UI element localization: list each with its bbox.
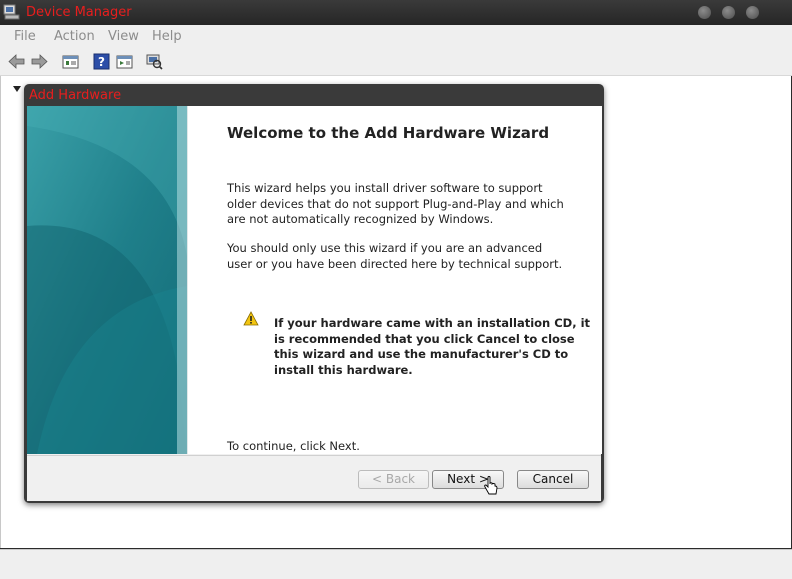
warning-text: If your hardware came with an installati… bbox=[274, 316, 591, 377]
show-hide-pane-icon[interactable] bbox=[116, 53, 133, 70]
expand-arrow-icon[interactable] bbox=[13, 86, 21, 92]
help-icon[interactable]: ? bbox=[93, 53, 110, 70]
maximize-button[interactable] bbox=[722, 6, 735, 19]
scan-hardware-icon[interactable] bbox=[146, 53, 163, 70]
add-hardware-dialog: Add Hardware Welcome to the Add Hardware… bbox=[24, 84, 604, 503]
toolbar: ? bbox=[0, 48, 792, 76]
banner-art bbox=[27, 106, 187, 454]
device-manager-app-icon bbox=[3, 4, 20, 20]
wizard-advanced-text: You should only use this wizard if you a… bbox=[227, 241, 563, 271]
button-divider bbox=[27, 455, 601, 456]
back-button[interactable]: < Back bbox=[358, 470, 429, 489]
window-title: Device Manager bbox=[26, 5, 132, 20]
menu-action[interactable]: Action bbox=[54, 29, 95, 44]
menu-bar: File Action View Help bbox=[0, 25, 792, 48]
svg-text:?: ? bbox=[98, 55, 105, 69]
minimize-button[interactable] bbox=[698, 6, 711, 19]
status-bar bbox=[0, 549, 792, 579]
dialog-body: Welcome to the Add Hardware Wizard This … bbox=[27, 106, 602, 501]
cancel-button[interactable]: Cancel bbox=[517, 470, 589, 489]
forward-arrow-icon[interactable] bbox=[31, 53, 48, 70]
warning-icon bbox=[243, 311, 259, 326]
close-button[interactable] bbox=[746, 6, 759, 19]
wizard-intro-text: This wizard helps you install driver sof… bbox=[227, 181, 564, 226]
dialog-title: Add Hardware bbox=[29, 88, 122, 103]
title-bar: Device Manager bbox=[0, 0, 792, 25]
menu-help[interactable]: Help bbox=[152, 29, 182, 44]
menu-view[interactable]: View bbox=[108, 29, 139, 44]
properties-icon[interactable] bbox=[62, 53, 79, 70]
menu-file[interactable]: File bbox=[14, 29, 36, 44]
wizard-content: Welcome to the Add Hardware Wizard This … bbox=[187, 106, 602, 454]
hand-cursor-icon bbox=[484, 476, 498, 495]
continue-text: To continue, click Next. bbox=[227, 439, 360, 453]
wizard-heading: Welcome to the Add Hardware Wizard bbox=[227, 124, 550, 142]
wizard-banner bbox=[27, 106, 187, 454]
back-arrow-icon[interactable] bbox=[8, 53, 25, 70]
